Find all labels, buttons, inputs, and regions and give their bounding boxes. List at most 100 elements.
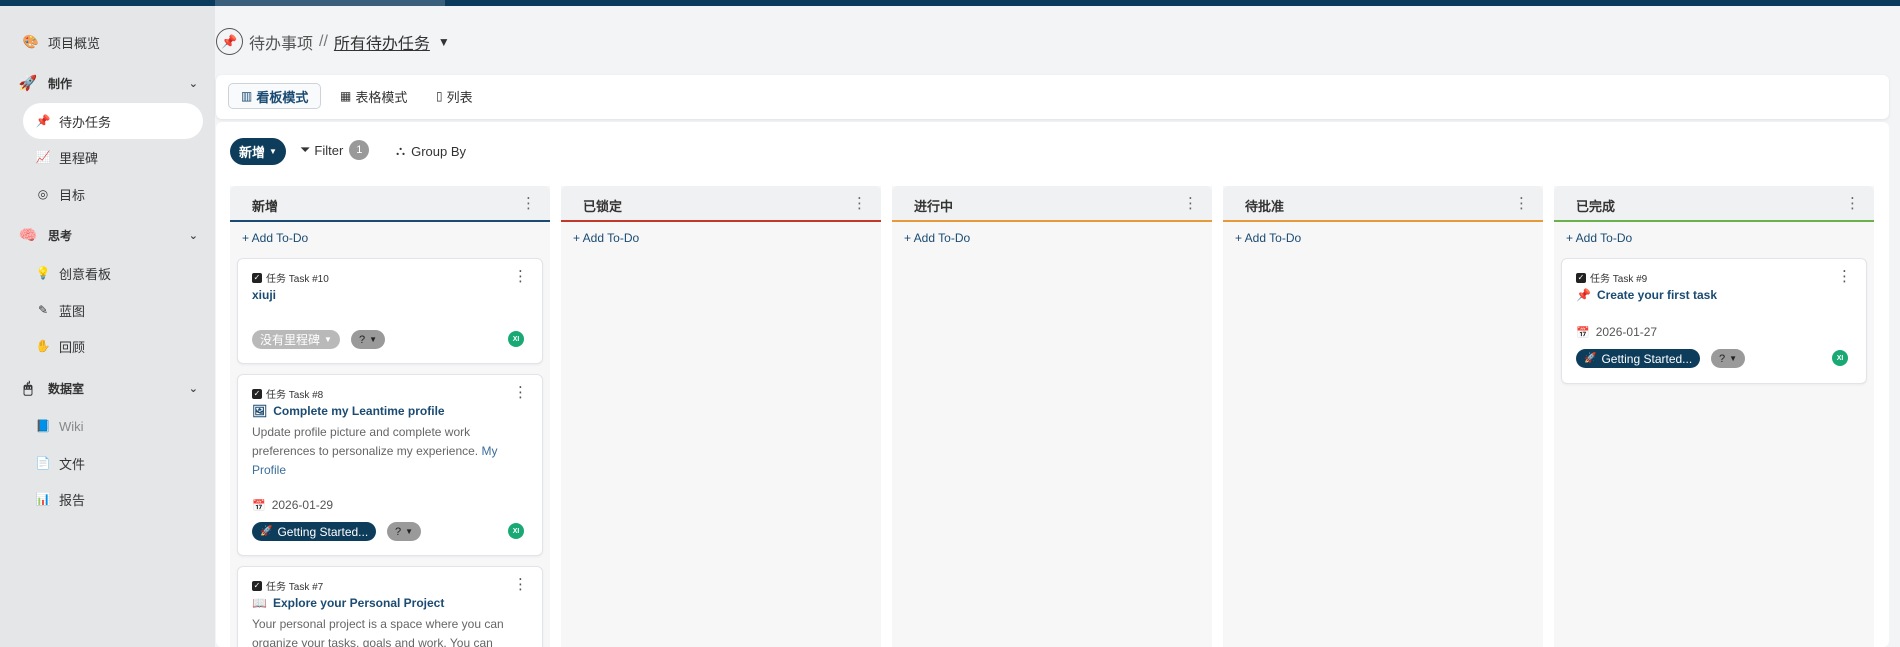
file-icon: 📄 xyxy=(35,456,51,470)
task-title[interactable]: 📌 Create your first task xyxy=(1576,288,1717,302)
task-title[interactable]: xiuji xyxy=(252,288,276,302)
task-card[interactable]: ✓ 任务 Task #7 ⋮ 📖 Explore your Personal Pro… xyxy=(237,566,543,647)
task-id: 任务 Task #8 xyxy=(266,390,324,401)
more-vertical-icon[interactable]: ⋮ xyxy=(513,267,528,285)
filter-button[interactable]: ⏷ Filter 1 xyxy=(300,140,370,160)
priority-label: ? xyxy=(395,525,402,538)
more-vertical-icon[interactable]: ⋮ xyxy=(513,383,528,401)
more-vertical-icon[interactable]: ⋮ xyxy=(513,575,528,593)
column-header: 进行中 ⋮ xyxy=(892,186,1212,222)
kanban-column-in-progress: 进行中 ⋮ + Add To-Do xyxy=(892,186,1212,647)
more-vertical-icon[interactable]: ⋮ xyxy=(852,194,867,212)
avatar[interactable]: XI xyxy=(1832,350,1848,366)
more-vertical-icon[interactable]: ⋮ xyxy=(521,194,536,212)
column-title: 已锁定 xyxy=(583,199,623,214)
more-vertical-icon[interactable]: ⋮ xyxy=(1183,194,1198,212)
add-todo-link[interactable]: + Add To-Do xyxy=(1235,231,1301,245)
task-title[interactable]: 🖼 Complete my Leantime profile xyxy=(252,404,445,418)
avatar[interactable]: XI xyxy=(508,523,524,539)
sidebar-item-retros[interactable]: ✋ 回顾 xyxy=(35,333,86,359)
column-header: 待批准 ⋮ xyxy=(1223,186,1543,222)
table-icon: ▦ xyxy=(340,89,352,103)
caret-down-icon: ▼ xyxy=(405,527,414,536)
milestone-dropdown[interactable]: 没有里程碑 ▼ xyxy=(252,330,340,349)
add-todo-link[interactable]: + Add To-Do xyxy=(1566,231,1632,245)
task-title[interactable]: 📖 Explore your Personal Project xyxy=(252,596,444,610)
priority-dropdown[interactable]: ? ▼ xyxy=(387,522,422,541)
caret-down-icon: ▼ xyxy=(369,335,378,344)
sidebar-item-label: 回顾 xyxy=(59,339,86,355)
breadcrumb: 📌 待办事项 // 所有待办任务 ▼ xyxy=(216,28,450,55)
sidebar-item-label: 创意看板 xyxy=(59,266,112,282)
task-id: 任务 Task #7 xyxy=(266,582,324,593)
breadcrumb-current[interactable]: 所有待办任务 xyxy=(334,30,430,54)
kanban-column-pending-approval: 待批准 ⋮ + Add To-Do xyxy=(1223,186,1543,647)
sidebar-item-blueprints[interactable]: ✎ 蓝图 xyxy=(35,297,85,323)
tab-label: 表格模式 xyxy=(355,89,408,105)
due-date[interactable]: 📅 2026-01-29 xyxy=(252,498,333,512)
task-card[interactable]: ✓ 任务 Task #10 ⋮ xiuji 没有里程碑 ▼ ? ▼ XI xyxy=(237,258,543,364)
task-meta: ✓ 任务 Task #9 xyxy=(1576,270,1647,285)
sidebar-item-ideas[interactable]: 💡 创意看板 xyxy=(35,260,112,286)
more-vertical-icon[interactable]: ⋮ xyxy=(1837,267,1852,285)
sidebar-item-label: 目标 xyxy=(59,187,86,203)
group-by-button[interactable]: ⛬ Group By xyxy=(396,143,466,159)
more-vertical-icon[interactable]: ⋮ xyxy=(1845,194,1860,212)
sidebar-item-label: 里程碑 xyxy=(59,150,99,166)
caret-down-icon: ▼ xyxy=(269,147,277,156)
sidebar-item-files[interactable]: 📄 文件 xyxy=(35,450,86,476)
target-icon: ◎ xyxy=(37,187,49,201)
task-title-text: Complete my Leantime profile xyxy=(273,404,445,418)
sidebar-item-wiki[interactable]: 📘 Wiki xyxy=(35,413,84,439)
avatar[interactable]: XI xyxy=(508,331,524,347)
rocket-icon: 🚀 xyxy=(1584,353,1597,364)
milestone-label: 没有里程碑 xyxy=(260,333,321,347)
tab-label: 看板模式 xyxy=(256,89,309,105)
sidebar-group-think[interactable]: 🧠 思考 ⌄ xyxy=(18,222,198,248)
task-card[interactable]: ✓ 任务 Task #9 ⋮ 📌 Create your first task 📅 2… xyxy=(1561,258,1867,384)
sidebar-item-milestones[interactable]: 📈 里程碑 xyxy=(35,144,99,170)
sidebar-item-reports[interactable]: 📊 报告 xyxy=(35,486,86,512)
sidebar-group-label: 制作 xyxy=(48,76,73,91)
tab-kanban[interactable]: ▥ 看板模式 xyxy=(228,83,322,109)
sidebar-item-label: 报告 xyxy=(59,492,86,508)
filter-count-badge: 1 xyxy=(349,140,370,160)
mouse-icon: 🖱 xyxy=(23,379,33,397)
palette-icon: 🎨 xyxy=(22,34,40,49)
sidebar-item-goals[interactable]: ◎ 目标 xyxy=(35,181,85,207)
priority-label: ? xyxy=(359,333,366,346)
priority-dropdown[interactable]: ? ▼ xyxy=(351,330,386,349)
filter-label: Filter xyxy=(314,142,344,158)
sidebar-group-label: 思考 xyxy=(48,228,73,243)
sidebar-group-data[interactable]: 🖱 数据室 ⌄ xyxy=(18,375,198,401)
caret-down-icon[interactable]: ▼ xyxy=(438,35,450,49)
column-header: 新增 ⋮ xyxy=(230,186,550,222)
chevron-down-icon: ⌄ xyxy=(188,77,198,90)
task-title-text: xiuji xyxy=(252,288,277,302)
milestone-dropdown[interactable]: 🚀 Getting Started... xyxy=(252,522,377,541)
rocket-icon: 🚀 xyxy=(18,75,38,92)
due-date-value: 2026-01-29 xyxy=(271,498,334,512)
picture-icon: 🖼 xyxy=(252,404,268,418)
task-id: 任务 Task #9 xyxy=(1590,274,1648,285)
add-todo-link[interactable]: + Add To-Do xyxy=(573,231,639,245)
sidebar-group-make[interactable]: 🚀 制作 ⌄ xyxy=(18,70,198,96)
task-card[interactable]: ✓ 任务 Task #8 ⋮ 🖼 Complete my Leantime prof… xyxy=(237,374,543,556)
task-description: Update profile picture and complete work… xyxy=(252,423,522,480)
milestone-dropdown[interactable]: 🚀 Getting Started... xyxy=(1576,349,1701,368)
add-todo-link[interactable]: + Add To-Do xyxy=(904,231,970,245)
new-button[interactable]: 新增 ▼ xyxy=(230,138,286,165)
tab-table[interactable]: ▦ 表格模式 xyxy=(328,83,419,109)
more-vertical-icon[interactable]: ⋮ xyxy=(1514,194,1529,212)
column-header: 已锁定 ⋮ xyxy=(561,186,881,222)
sidebar-item-todos[interactable]: 📌 待办任务 xyxy=(35,108,112,134)
lightbulb-icon: 💡 xyxy=(35,266,51,280)
column-title: 已完成 xyxy=(1576,199,1616,214)
due-date[interactable]: 📅 2026-01-27 xyxy=(1576,325,1657,339)
priority-dropdown[interactable]: ? ▼ xyxy=(1711,349,1746,368)
sidebar-item-overview[interactable]: 🎨 项目概览 xyxy=(22,29,100,55)
breadcrumb-root[interactable]: 待办事项 xyxy=(249,30,313,54)
milestone-label: Getting Started... xyxy=(1601,351,1693,366)
tab-list[interactable]: ▯ 列表 xyxy=(424,83,485,109)
add-todo-link[interactable]: + Add To-Do xyxy=(242,231,308,245)
